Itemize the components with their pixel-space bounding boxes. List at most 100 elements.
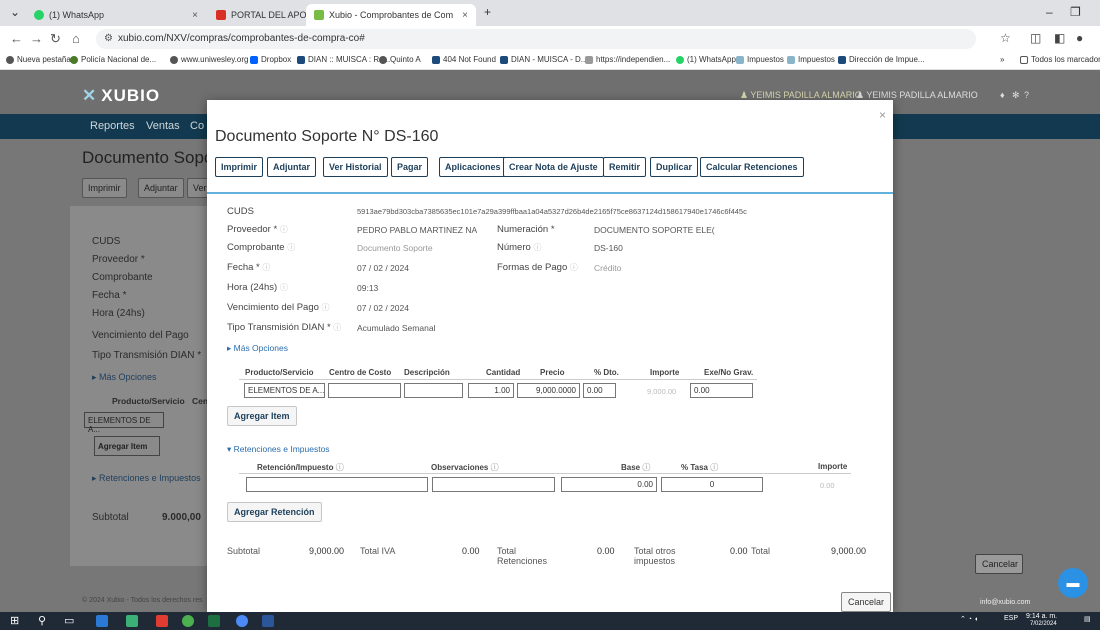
more-bookmarks-button[interactable]: » <box>1000 55 1004 64</box>
base-input[interactable]: 0.00 <box>561 477 657 492</box>
tray-icons[interactable]: ⌃ ◔ ◖ <box>960 615 978 623</box>
xubio-logo[interactable]: ✕ XUBIO <box>82 86 160 106</box>
sidepanel-icon[interactable]: ◧ <box>1054 31 1065 45</box>
col-exe: Exe/No Grav. <box>704 368 754 377</box>
duplicate-button[interactable]: Duplicar <box>650 157 699 177</box>
fecha-field[interactable]: 07 / 02 / 2024 <box>357 263 409 273</box>
acrobat-icon[interactable] <box>156 615 168 627</box>
numeracion-field[interactable]: DOCUMENTO SOPORTE ELE( <box>594 225 715 235</box>
bookmark-item[interactable]: www.uniwesley.org <box>170 55 248 64</box>
item-cantidad-input[interactable]: 1.00 <box>468 383 514 398</box>
tipo-transmision-field[interactable]: Acumulado Semanal <box>357 323 435 333</box>
mas-opciones-link[interactable]: ▸ Más Opciones <box>227 343 288 354</box>
search-icon[interactable]: ⚲ <box>38 614 50 627</box>
proveedor-field[interactable]: PEDRO PABLO MARTINEZ NA <box>357 225 477 235</box>
chrome-icon[interactable] <box>182 615 194 627</box>
tab-xubio[interactable]: Xubio - Comprobantes de Com × <box>306 4 476 26</box>
adjustment-note-button[interactable]: Crear Nota de Ajuste <box>503 157 604 177</box>
bookmark-item[interactable]: Dropbox <box>250 55 291 64</box>
bg-agregar-item[interactable]: Agregar Item <box>94 436 160 456</box>
bookmark-item[interactable]: DIAN :: MUISCA : Re... <box>297 55 390 64</box>
all-bookmarks-button[interactable]: Todos los marcadores <box>1020 55 1100 64</box>
vencimiento-field[interactable]: 07 / 02 / 2024 <box>357 303 409 313</box>
notification-icon[interactable]: ▤ <box>1084 615 1091 623</box>
item-dto-input[interactable]: 0.00 <box>583 383 616 398</box>
url-bar[interactable]: ⚙ xubio.com/NXV/compras/comprobantes-de-… <box>96 29 976 49</box>
item-importe-value: 9,000.00 <box>647 387 677 396</box>
hora-field[interactable]: 09:13 <box>357 283 378 293</box>
language-indicator[interactable]: ESP <box>1004 615 1018 622</box>
bookmark-item[interactable]: Impuestos <box>736 55 784 64</box>
bg-retenciones-toggle[interactable]: ▸ Retenciones e Impuestos <box>92 473 201 484</box>
history-button[interactable]: Ver Historial <box>323 157 388 177</box>
print-button[interactable]: Imprimir <box>215 157 264 177</box>
store-icon[interactable] <box>126 615 138 627</box>
remit-button[interactable]: Remitir <box>603 157 647 177</box>
bookmark-item[interactable]: Impuestos <box>787 55 835 64</box>
gear-icon[interactable]: ✻ <box>1012 90 1020 101</box>
edge-icon[interactable] <box>96 615 108 627</box>
observaciones-input[interactable] <box>432 477 555 492</box>
item-producto-input[interactable]: ELEMENTOS DE A... <box>244 383 325 398</box>
bg-attach-button[interactable]: Adjuntar <box>138 178 184 198</box>
site-info-icon[interactable]: ⚙ <box>104 33 113 44</box>
bookmark-item[interactable]: (1) WhatsApp <box>676 55 736 64</box>
home-icon[interactable]: ⌂ <box>72 31 80 46</box>
nav-compras[interactable]: Co <box>190 120 204 132</box>
chrome-profile-icon[interactable] <box>236 615 248 627</box>
retenciones-toggle[interactable]: ▾ Retenciones e Impuestos <box>227 444 330 455</box>
add-retention-button[interactable]: Agregar Retención <box>227 502 322 522</box>
attach-button[interactable]: Adjuntar <box>267 157 316 177</box>
tab-search-icon[interactable]: ⌄ <box>10 5 20 19</box>
bookmark-item[interactable]: Policía Nacional de... <box>70 55 156 64</box>
clock-date[interactable]: 7/02/2024 <box>1030 621 1057 627</box>
bookmark-item[interactable]: Dirección de Impue... <box>838 55 925 64</box>
excel-icon[interactable] <box>208 615 220 627</box>
extensions-icon[interactable]: ◫ <box>1030 31 1041 45</box>
close-icon[interactable]: × <box>462 10 468 21</box>
item-descripcion-input[interactable] <box>404 383 463 398</box>
nav-ventas[interactable]: Ventas <box>146 120 180 132</box>
close-icon[interactable]: × <box>192 10 198 21</box>
bookmark-item[interactable]: Quinto A <box>379 55 421 64</box>
add-item-button[interactable]: Agregar Item <box>227 406 297 426</box>
cancel-button[interactable]: Cancelar <box>841 592 892 612</box>
applications-button[interactable]: Aplicaciones <box>439 157 507 177</box>
new-tab-icon[interactable]: + <box>484 5 491 19</box>
windows-start-icon[interactable]: ⊞ <box>10 614 22 627</box>
retencion-input[interactable] <box>246 477 428 492</box>
clock-time[interactable]: 9:14 a. m. <box>1026 613 1057 620</box>
item-precio-input[interactable]: 9,000.0000 <box>517 383 580 398</box>
restore-icon[interactable]: ❐ <box>1070 5 1081 19</box>
profile-avatar-icon[interactable]: ● <box>1076 31 1083 45</box>
contact-email[interactable]: info@xubio.com <box>980 599 1030 606</box>
tab-portal-aportante[interactable]: PORTAL DEL APORTANTE - com × <box>208 4 308 26</box>
help-icon[interactable]: ? <box>1024 90 1029 100</box>
task-view-icon[interactable]: ▭ <box>64 614 76 627</box>
bg-cancel-button[interactable]: Cancelar <box>975 554 1023 574</box>
tab-whatsapp[interactable]: (1) WhatsApp × <box>26 4 206 26</box>
item-centro-input[interactable] <box>328 383 401 398</box>
reload-icon[interactable]: ↻ <box>50 31 61 47</box>
calculate-retentions-button[interactable]: Calcular Retenciones <box>700 157 804 177</box>
star-icon[interactable]: ☆ <box>1000 31 1011 45</box>
bookmark-item[interactable]: https://independien... <box>585 55 670 64</box>
bookmark-item[interactable]: DIAN - MUISCA - D... <box>500 55 587 64</box>
bg-print-button[interactable]: Imprimir <box>82 178 127 198</box>
word-icon[interactable] <box>262 615 274 627</box>
tasa-input[interactable]: 0 <box>661 477 763 492</box>
forward-icon[interactable]: → <box>30 31 43 46</box>
nav-reportes[interactable]: Reportes <box>90 120 135 132</box>
info-icon: ⓘ <box>262 263 271 272</box>
back-icon[interactable]: ← <box>10 31 23 46</box>
bookmark-item[interactable]: Nueva pestaña <box>6 55 71 64</box>
bookmark-item[interactable]: 404 Not Found <box>432 55 496 64</box>
chat-icon[interactable]: ▬ <box>1058 568 1088 598</box>
bell-icon[interactable]: ♦ <box>1000 90 1005 100</box>
pay-button[interactable]: Pagar <box>391 157 429 177</box>
col-observaciones: Observaciones ⓘ <box>431 463 499 472</box>
item-exe-input[interactable]: 0.00 <box>690 383 753 398</box>
bg-mas-opciones[interactable]: ▸ Más Opciones <box>92 372 157 383</box>
close-icon[interactable]: × <box>879 108 886 122</box>
minimize-icon[interactable]: – <box>1046 5 1053 19</box>
